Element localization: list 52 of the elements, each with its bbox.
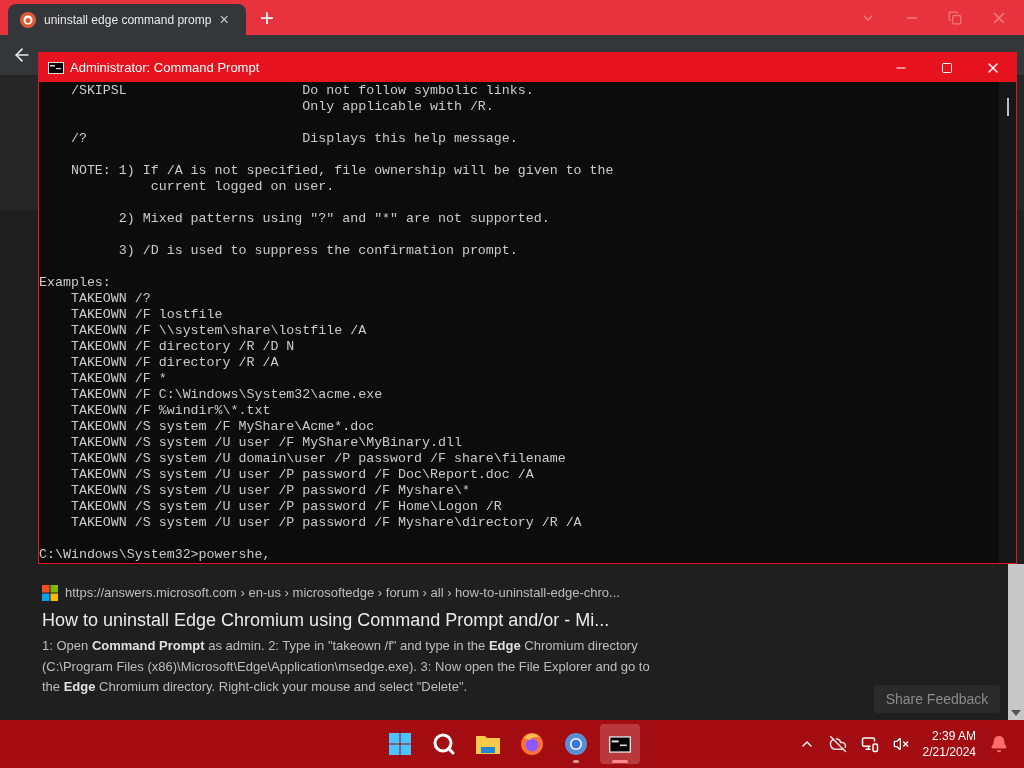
browser-tab[interactable]: uninstall edge command promp ×	[8, 4, 246, 35]
console-icon	[48, 61, 64, 74]
console-line: TAKEOWN /S system /U user /P password /F Myshare\*	[69, 483, 470, 498]
network-icon[interactable]	[860, 735, 879, 753]
console-line: TAKEOWN /S system /F MyShare\Acme*.doc	[69, 419, 375, 434]
maximize-icon[interactable]	[941, 61, 953, 74]
window-title: Administrator: Command Prompt	[70, 58, 260, 77]
console-line: /SKIPSL Do not follow symbolic links.	[69, 83, 534, 98]
clock-time[interactable]: 2:39 AM	[931, 728, 976, 744]
console-line: TAKEOWN /S system /U domain\user /P password /F share\filename	[69, 451, 566, 466]
console-line: 2) Mixed patterns using "?" and "*" are not supported.	[117, 211, 550, 226]
console-line: TAKEOWN /F *	[69, 371, 167, 386]
console-line: 3) /D is used to suppress the confirmation prompt.	[117, 243, 518, 258]
console-line: TAKEOWN /S system /U user /P password /F Doc\Report.doc /A	[69, 467, 534, 482]
microsoft-logo-icon	[42, 585, 58, 601]
console-line: Examples:	[39, 275, 111, 290]
firefox-icon	[520, 732, 544, 756]
folder-icon	[475, 733, 501, 755]
console-line: TAKEOWN /F directory /R /D N	[69, 339, 295, 354]
speaker-muted-icon[interactable]	[892, 736, 909, 752]
result-title[interactable]: How to uninstall Edge Chromium using Command Prompt and/or - Mi...	[42, 608, 610, 632]
result-snippet: 1: Open Command Prompt as admin. 2: Type in "takeown /f" and type in the Edge Chromium directory (C:\Program Files (x86)\Microsoft\Edge\Application\msedge.exe). 3: Now open the File Explorer and go to the Edge Chromium directory. Right-click your mouse and select "Delete".	[42, 637, 651, 696]
search-icon	[432, 732, 456, 756]
cloud-off-icon[interactable]	[828, 735, 847, 753]
console-line: C:\Windows\System32>powershe,	[39, 547, 271, 562]
new-tab-button[interactable]: +	[260, 6, 274, 30]
console-line: TAKEOWN /F lostfile	[69, 307, 223, 322]
console-line: TAKEOWN /F C:\Windows\System32\acme.exe	[69, 387, 383, 402]
windows-logo-icon	[388, 732, 412, 756]
tab-title: uninstall edge command promp	[44, 11, 212, 29]
console-line: current logged on user.	[149, 179, 335, 194]
console-line: NOTE: 1) If /A is not specified, file ownership will be given to the	[69, 163, 614, 178]
console-line: Only applicable with /R.	[301, 99, 494, 114]
console-line: TAKEOWN /S system /U user /F MyShare\MyBinary.dll	[69, 435, 462, 450]
console-line: TAKEOWN /S system /U user /P password /F Myshare\directory /R /A	[69, 515, 582, 530]
notification-bell-icon[interactable]	[990, 735, 1008, 753]
console-line: TAKEOWN /F %windir%\*.txt	[69, 403, 271, 418]
browser-icon	[564, 732, 588, 756]
tab-close-button[interactable]: ×	[219, 11, 229, 28]
console-line: TAKEOWN /F \\system\share\lostfile /A	[69, 323, 367, 338]
scroll-down-icon[interactable]	[1011, 710, 1021, 716]
taskbar-app-button[interactable]	[600, 724, 640, 764]
share-feedback-button[interactable]: Share Feedback	[874, 685, 1000, 713]
console-line: TAKEOWN /?	[69, 291, 151, 306]
console-line: TAKEOWN /S system /U user /P password /F Home\Logon /R	[69, 499, 502, 514]
console-line: /? Displays this help message.	[69, 131, 518, 146]
running-indicator	[573, 760, 579, 763]
console-line: TAKEOWN /F directory /R /A	[69, 355, 279, 370]
clock-date[interactable]: 2/21/2024	[922, 744, 976, 760]
running-indicator	[612, 760, 628, 763]
terminal-icon	[609, 735, 631, 753]
result-url[interactable]: https://answers.microsoft.com › en-us › microsoftedge › forum › all › how-to-uninstall-edge-chro...	[65, 583, 620, 603]
